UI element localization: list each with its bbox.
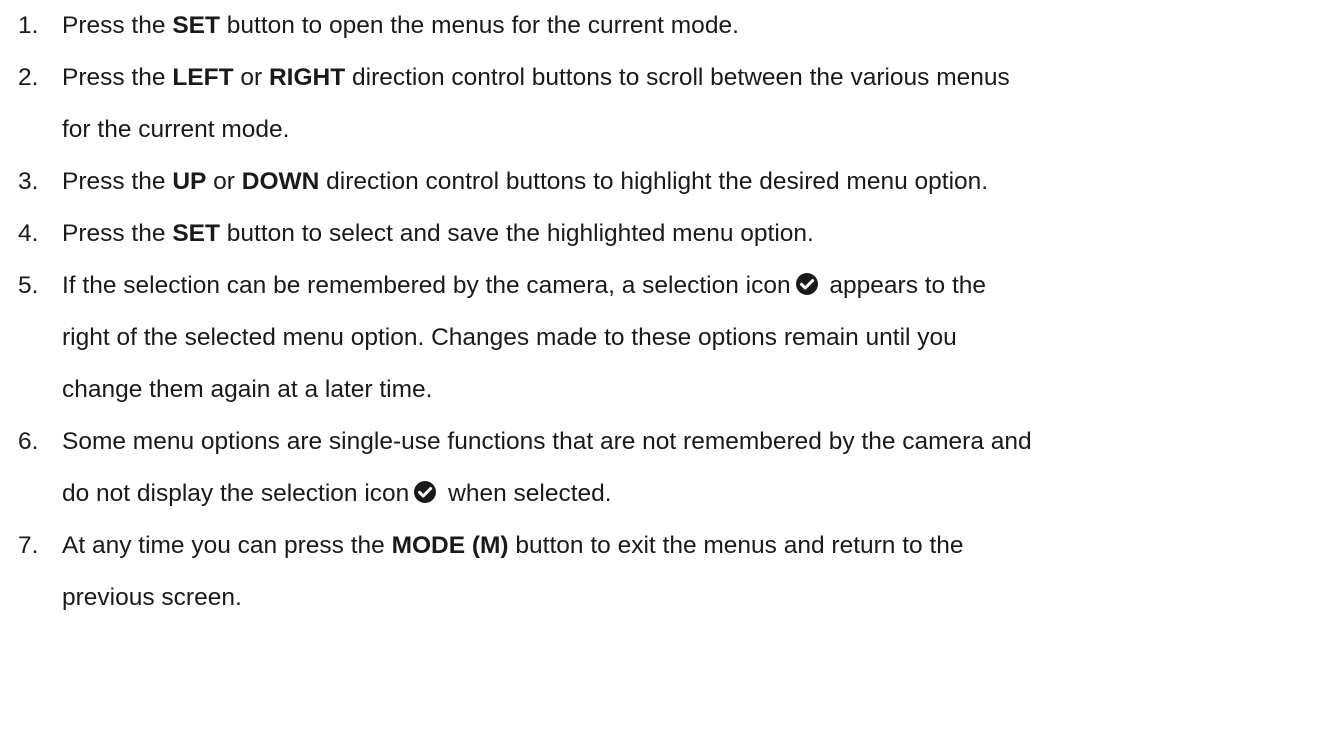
- step-text: Press the: [62, 12, 173, 39]
- step-text-line: Press the UP or DOWN direction control b…: [62, 156, 1337, 208]
- button-name: SET: [172, 12, 220, 39]
- step-number: 3.: [18, 168, 39, 195]
- step-text-line: If the selection can be remembered by th…: [62, 260, 1337, 312]
- step-text: direction control buttons to scroll betw…: [345, 64, 1010, 91]
- instruction-step: 4. Press the SET button to select and sav…: [0, 208, 1337, 260]
- step-number: 1.: [18, 12, 39, 39]
- step-text: button to open the menus for the current…: [219, 12, 739, 39]
- button-name: RIGHT: [268, 64, 346, 91]
- instruction-step: 1. Press the SET button to open the menus…: [0, 0, 1337, 52]
- selection-check-icon: [795, 272, 819, 296]
- step-text-line: Some menu options are single-use functio…: [62, 416, 1337, 468]
- step-text: button to exit the menus and return to t…: [508, 532, 964, 559]
- button-name: SET: [172, 220, 220, 247]
- step-number: 5.: [18, 272, 39, 299]
- step-number: 7.: [18, 532, 39, 559]
- step-text: when selected.: [441, 480, 612, 507]
- step-number: 6.: [18, 428, 39, 455]
- step-text-line: do not display the selection icon when s…: [62, 468, 1337, 520]
- instruction-list: 1. Press the SET button to open the menus…: [0, 0, 1337, 624]
- step-text: right of the selected menu option. Chang…: [62, 324, 957, 351]
- step-number: 4.: [18, 220, 39, 247]
- step-text: Press the: [62, 64, 173, 91]
- step-text-line: Press the SET button to select and save …: [62, 208, 1337, 260]
- step-text: button to select and save the highlighte…: [219, 220, 814, 247]
- step-text-line: for the current mode.: [62, 104, 1337, 156]
- step-text-line: Press the LEFT or RIGHT direction contro…: [62, 52, 1337, 104]
- instruction-document: 1. Press the SET button to open the menus…: [0, 0, 1337, 738]
- instruction-step: 5. If the selection can be remembered by …: [0, 260, 1337, 416]
- step-text: appears to the: [822, 272, 987, 299]
- step-text-line: Press the SET button to open the menus f…: [62, 0, 1337, 52]
- step-text: for the current mode.: [62, 116, 290, 143]
- step-text-line: right of the selected menu option. Chang…: [62, 312, 1337, 364]
- step-text: direction control buttons to highlight t…: [319, 168, 989, 195]
- button-name: LEFT: [172, 64, 234, 91]
- step-number: 2.: [18, 64, 39, 91]
- step-text-line: At any time you can press the MODE (M) b…: [62, 520, 1337, 572]
- instruction-step: 3. Press the UP or DOWN direction control…: [0, 156, 1337, 208]
- step-text: Press the: [62, 220, 173, 247]
- instruction-step: 2. Press the LEFT or RIGHT direction cont…: [0, 52, 1337, 156]
- step-text: or: [206, 168, 242, 195]
- step-text: Some menu options are single-use functio…: [62, 428, 1032, 455]
- step-text: If the selection can be remembered by th…: [62, 272, 791, 299]
- step-text: At any time you can press the: [62, 532, 392, 559]
- button-name: UP: [172, 168, 207, 195]
- button-name: DOWN: [241, 168, 320, 195]
- step-text: change them again at a later time.: [62, 376, 433, 403]
- step-text: do not display the selection icon: [62, 480, 410, 507]
- button-name: MODE (M): [391, 532, 509, 559]
- step-text-line: previous screen.: [62, 572, 1337, 624]
- step-text-line: change them again at a later time.: [62, 364, 1337, 416]
- step-text: Press the: [62, 168, 173, 195]
- step-text: previous screen.: [62, 584, 242, 611]
- step-text: or: [233, 64, 269, 91]
- instruction-step: 6. Some menu options are single-use funct…: [0, 416, 1337, 520]
- selection-check-icon: [413, 480, 437, 504]
- instruction-step: 7. At any time you can press the MODE (M)…: [0, 520, 1337, 624]
